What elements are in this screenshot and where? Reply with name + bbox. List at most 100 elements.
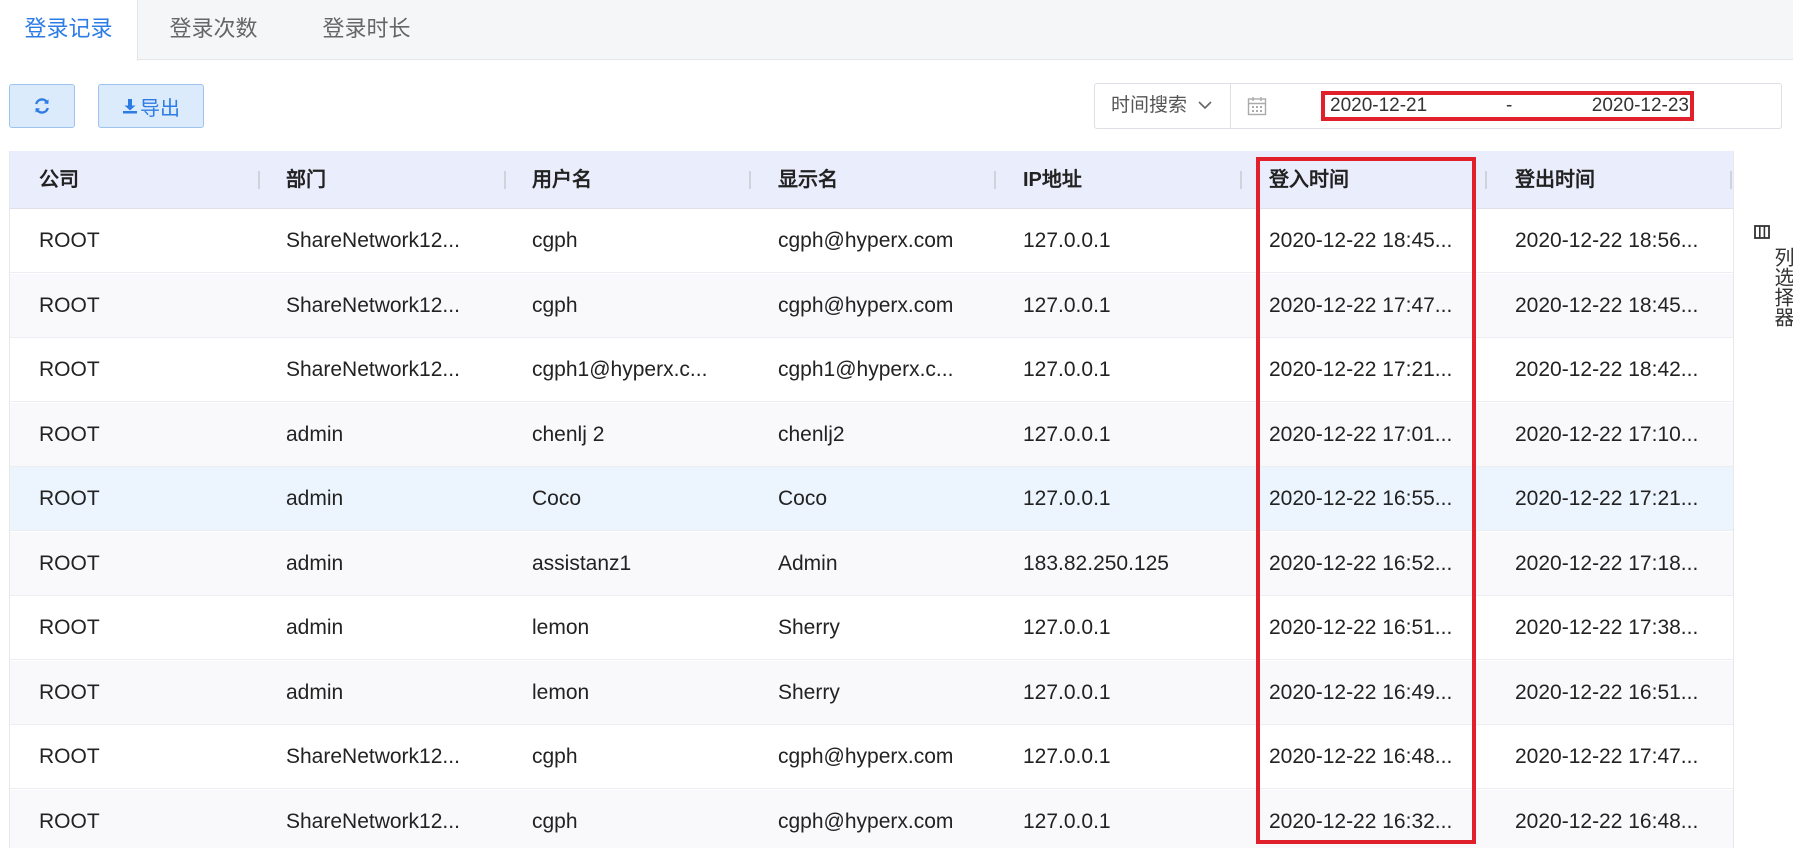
cell-username: cgph: [532, 809, 578, 833]
table-row[interactable]: ROOT ShareNetwork12... cgph cgph@hyperx.com…: [10, 209, 1733, 273]
cell-logout-time: 2020-12-22 18:42...: [1515, 358, 1699, 381]
table-row[interactable]: ROOT admin chenlj 2 chenlj2 127.0.0.1 2020-12…: [10, 402, 1733, 467]
cell-department: admin: [286, 422, 344, 446]
cell-display-name: Coco: [778, 487, 828, 510]
cell-ip-address: 127.0.0.1: [1023, 487, 1111, 510]
cell-login-time: 2020-12-22 18:45...: [1269, 229, 1453, 252]
cell-display-name: Admin: [778, 551, 838, 575]
cell-username: cgph1@hyperx.c...: [532, 358, 708, 381]
cell-department: admin: [286, 551, 344, 575]
cell-ip-address: 127.0.0.1: [1023, 745, 1111, 768]
table-row[interactable]: ROOT ShareNetwork12... cgph cgph@hyperx.com…: [10, 789, 1733, 848]
header-display-name[interactable]: 显示名: [778, 151, 838, 209]
export-label: 导出: [140, 97, 180, 120]
cell-username: cgph: [532, 745, 578, 768]
cell-display-name: cgph@hyperx.com: [778, 293, 954, 317]
column-resize-handle[interactable]: [258, 171, 260, 189]
table-row[interactable]: ROOT admin lemon Sherry 127.0.0.1 2020-12-22 …: [10, 596, 1733, 660]
column-selector-label: 列选择器: [1771, 247, 1793, 327]
cell-display-name: Sherry: [778, 616, 840, 639]
search-type-select[interactable]: 时间搜索: [1095, 84, 1231, 128]
cell-company: ROOT: [39, 358, 100, 381]
refresh-button[interactable]: [9, 84, 75, 128]
cell-username: cgph: [532, 293, 578, 317]
cell-login-time: 2020-12-22 16:52...: [1269, 551, 1453, 575]
cell-display-name: cgph@hyperx.com: [778, 809, 954, 833]
cell-login-time: 2020-12-22 16:48...: [1269, 745, 1453, 768]
table-row[interactable]: ROOT ShareNetwork12... cgph cgph@hyperx.com…: [10, 725, 1733, 789]
cell-logout-time: 2020-12-22 18:45...: [1515, 293, 1699, 317]
start-date-input[interactable]: [1330, 95, 1450, 117]
cell-username: chenlj 2: [532, 422, 605, 446]
date-range-picker: -: [1321, 91, 1694, 121]
cell-logout-time: 2020-12-22 16:51...: [1515, 680, 1699, 704]
table-row[interactable]: ROOT ShareNetwork12... cgph1@hyperx.c... cg…: [10, 338, 1733, 402]
tab-bar: 登录记录 登录次数 登录时长: [0, 0, 1793, 61]
cell-login-time: 2020-12-22 17:01...: [1269, 422, 1453, 446]
cell-ip-address: 127.0.0.1: [1023, 229, 1111, 252]
cell-login-time: 2020-12-22 17:21...: [1269, 358, 1453, 381]
tab-login-records[interactable]: 登录记录: [0, 0, 138, 61]
table-row[interactable]: ROOT admin Coco Coco 127.0.0.1 2020-12-22 16:…: [10, 467, 1733, 531]
cell-username: assistanz1: [532, 551, 632, 575]
column-resize-handle[interactable]: [1730, 171, 1732, 189]
table-row[interactable]: ROOT ShareNetwork12... cgph cgph@hyperx.com…: [10, 273, 1733, 338]
calendar-icon: [1247, 97, 1267, 116]
column-resize-handle[interactable]: [504, 171, 506, 189]
header-login-time[interactable]: 登入时间: [1269, 151, 1349, 209]
tab-login-duration[interactable]: 登录时长: [303, 0, 430, 60]
header-company[interactable]: 公司: [39, 151, 79, 209]
cell-login-time: 2020-12-22 16:32...: [1269, 809, 1453, 833]
cell-ip-address: 127.0.0.1: [1023, 616, 1111, 639]
cell-display-name: cgph@hyperx.com: [778, 745, 954, 768]
cell-company: ROOT: [39, 809, 100, 833]
cell-department: admin: [286, 487, 344, 510]
column-selector[interactable]: 列选择器: [1733, 151, 1793, 848]
cell-company: ROOT: [39, 745, 100, 768]
cell-logout-time: 2020-12-22 17:38...: [1515, 616, 1699, 639]
download-icon: [123, 99, 137, 114]
end-date-input[interactable]: [1574, 95, 1689, 117]
cell-department: ShareNetwork12...: [286, 229, 460, 252]
header-username[interactable]: 用户名: [532, 151, 592, 209]
cell-logout-time: 2020-12-22 17:21...: [1515, 487, 1699, 510]
cell-display-name: cgph@hyperx.com: [778, 229, 954, 252]
header-department[interactable]: 部门: [286, 151, 326, 209]
cell-company: ROOT: [39, 293, 100, 317]
cell-ip-address: 127.0.0.1: [1023, 358, 1111, 381]
cell-logout-time: 2020-12-22 17:18...: [1515, 551, 1699, 575]
cell-company: ROOT: [39, 229, 100, 252]
cell-logout-time: 2020-12-22 16:48...: [1515, 809, 1699, 833]
cell-company: ROOT: [39, 551, 100, 575]
tab-login-count[interactable]: 登录次数: [150, 0, 277, 60]
column-resize-handle[interactable]: [1485, 171, 1487, 189]
chevron-down-icon: [1198, 101, 1212, 110]
cell-logout-time: 2020-12-22 18:56...: [1515, 229, 1699, 252]
cell-login-time: 2020-12-22 16:51...: [1269, 616, 1453, 639]
cell-display-name: chenlj2: [778, 422, 845, 446]
cell-logout-time: 2020-12-22 17:47...: [1515, 745, 1699, 768]
cell-username: lemon: [532, 616, 590, 639]
table-header: 公司 部门 用户名 显示名 IP地址 登入时间 登出时间: [10, 151, 1733, 209]
export-button[interactable]: 导出: [98, 84, 204, 128]
header-logout-time[interactable]: 登出时间: [1515, 151, 1595, 209]
login-records-table: 公司 部门 用户名 显示名 IP地址 登入时间 登出时间 ROOT ShareNe…: [9, 151, 1733, 848]
cell-department: admin: [286, 680, 344, 704]
cell-ip-address: 127.0.0.1: [1023, 680, 1111, 704]
table-row[interactable]: ROOT admin assistanz1 Admin 183.82.250.125 20…: [10, 531, 1733, 596]
cell-login-time: 2020-12-22 17:47...: [1269, 293, 1453, 317]
column-resize-handle[interactable]: [1240, 171, 1242, 189]
cell-ip-address: 183.82.250.125: [1023, 551, 1169, 575]
column-resize-handle[interactable]: [749, 171, 751, 189]
table-row[interactable]: ROOT admin lemon Sherry 127.0.0.1 2020-12-22 …: [10, 660, 1733, 725]
cell-company: ROOT: [39, 487, 100, 510]
columns-icon: [1754, 225, 1770, 239]
search-type-label: 时间搜索: [1111, 95, 1188, 116]
cell-department: ShareNetwork12...: [286, 809, 460, 833]
date-separator: -: [1506, 95, 1513, 116]
column-resize-handle[interactable]: [994, 171, 996, 189]
cell-department: admin: [286, 616, 344, 639]
cell-username: Coco: [532, 487, 582, 510]
header-ip-address[interactable]: IP地址: [1023, 151, 1082, 209]
cell-company: ROOT: [39, 616, 100, 639]
